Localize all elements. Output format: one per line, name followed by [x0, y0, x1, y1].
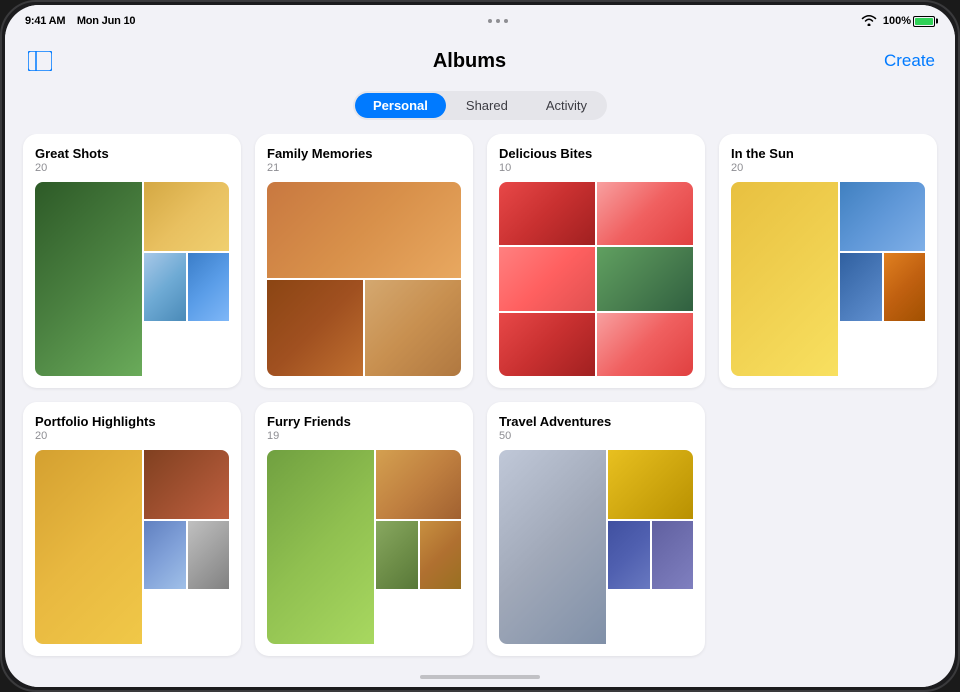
tab-personal[interactable]: Personal — [355, 93, 446, 118]
tab-activity[interactable]: Activity — [528, 93, 605, 118]
album-count-in-the-sun: 20 — [731, 162, 925, 174]
photo-thumb — [597, 247, 693, 310]
album-count-family-memories: 21 — [267, 162, 461, 174]
photo-bottom-row — [376, 521, 461, 590]
photo-right-col — [144, 450, 229, 589]
albums-scroll[interactable]: Great Shots 20 — [5, 134, 955, 667]
photo-thumb — [499, 313, 595, 376]
album-card-great-shots[interactable]: Great Shots 20 — [23, 134, 241, 388]
album-title-delicious-bites: Delicious Bites — [499, 146, 693, 161]
album-card-delicious-bites[interactable]: Delicious Bites 10 — [487, 134, 705, 388]
battery-fill — [915, 18, 933, 25]
photo-thumb — [608, 450, 693, 519]
album-count-delicious-bites: 10 — [499, 162, 693, 174]
photo-thumb — [840, 253, 883, 322]
home-bar — [420, 675, 540, 679]
status-right: 100% — [861, 14, 935, 29]
nav-bar: Albums Create — [5, 37, 955, 85]
wifi-icon — [861, 14, 877, 29]
segment-control: Personal Shared Activity — [353, 91, 607, 120]
album-title-travel-adventures: Travel Adventures — [499, 414, 693, 429]
photo-thumb — [608, 521, 651, 590]
album-title-furry-friends: Furry Friends — [267, 414, 461, 429]
dot-3 — [504, 19, 508, 23]
album-title-portfolio-highlights: Portfolio Highlights — [35, 414, 229, 429]
create-button[interactable]: Create — [884, 51, 935, 71]
photo-thumb — [144, 253, 187, 322]
photo-right-col — [840, 182, 925, 321]
photo-thumb — [267, 450, 374, 644]
photo-thumb — [267, 280, 363, 376]
photo-thumb — [840, 182, 925, 251]
album-photos-travel-adventures — [499, 450, 693, 644]
album-title-in-the-sun: In the Sun — [731, 146, 925, 161]
album-photos-great-shots — [35, 182, 229, 376]
album-count-furry-friends: 19 — [267, 430, 461, 442]
battery-icon — [913, 16, 935, 27]
photo-thumb — [499, 247, 595, 310]
ipad-screen: 9:41 AM Mon Jun 10 100% — [5, 5, 955, 687]
status-time: 9:41 AM — [25, 15, 65, 27]
album-photos-delicious-bites — [499, 182, 693, 376]
tab-shared[interactable]: Shared — [448, 93, 526, 118]
album-card-portfolio-highlights[interactable]: Portfolio Highlights 20 — [23, 402, 241, 656]
album-photos-family-memories — [267, 182, 461, 376]
photo-right-col — [608, 450, 693, 589]
photo-thumb — [652, 521, 693, 590]
photo-thumb — [731, 182, 838, 376]
photo-thumb — [267, 182, 461, 278]
battery-container: 100% — [883, 15, 935, 27]
photo-bottom-row — [608, 521, 693, 590]
album-photos-portfolio-highlights — [35, 450, 229, 644]
photo-thumb — [420, 521, 461, 590]
album-title-great-shots: Great Shots — [35, 146, 229, 161]
photo-thumb — [144, 521, 187, 590]
album-count-travel-adventures: 50 — [499, 430, 693, 442]
album-photos-in-the-sun — [731, 182, 925, 376]
photo-bottom-row — [840, 253, 925, 322]
album-card-in-the-sun[interactable]: In the Sun 20 — [719, 134, 937, 388]
photo-thumb — [376, 521, 419, 590]
photo-thumb — [376, 450, 461, 519]
battery-percent: 100% — [883, 15, 911, 27]
photo-thumb — [188, 253, 229, 322]
ipad-frame: 9:41 AM Mon Jun 10 100% — [0, 0, 960, 692]
album-count-great-shots: 20 — [35, 162, 229, 174]
photo-thumb — [365, 280, 461, 376]
photo-thumb — [499, 182, 595, 245]
segment-container: Personal Shared Activity — [5, 91, 955, 120]
photo-thumb — [188, 521, 229, 590]
photo-bottom-row — [144, 521, 229, 590]
photo-thumb — [884, 253, 925, 322]
photo-thumb — [144, 182, 229, 251]
photo-thumb — [597, 182, 693, 245]
photo-thumb — [35, 182, 142, 376]
albums-grid: Great Shots 20 — [23, 134, 937, 656]
status-time-date: 9:41 AM Mon Jun 10 — [25, 15, 135, 27]
page-title: Albums — [55, 50, 884, 73]
dot-2 — [496, 19, 500, 23]
album-card-family-memories[interactable]: Family Memories 21 — [255, 134, 473, 388]
dot-1 — [488, 19, 492, 23]
photo-right-col — [144, 182, 229, 321]
status-date: Mon Jun 10 — [77, 15, 136, 27]
sidebar-toggle-button[interactable] — [25, 49, 55, 73]
album-card-furry-friends[interactable]: Furry Friends 19 — [255, 402, 473, 656]
album-title-family-memories: Family Memories — [267, 146, 461, 161]
album-count-portfolio-highlights: 20 — [35, 430, 229, 442]
photo-bottom-row — [144, 253, 229, 322]
photo-thumb — [35, 450, 142, 644]
album-card-travel-adventures[interactable]: Travel Adventures 50 — [487, 402, 705, 656]
photo-thumb — [499, 450, 606, 644]
photo-thumb — [597, 313, 693, 376]
photo-thumb — [144, 450, 229, 519]
album-photos-furry-friends — [267, 450, 461, 644]
nav-left — [25, 49, 55, 73]
status-bar: 9:41 AM Mon Jun 10 100% — [5, 5, 955, 37]
photo-right-col — [376, 450, 461, 589]
status-center-dots — [488, 19, 508, 23]
home-indicator — [5, 667, 955, 687]
